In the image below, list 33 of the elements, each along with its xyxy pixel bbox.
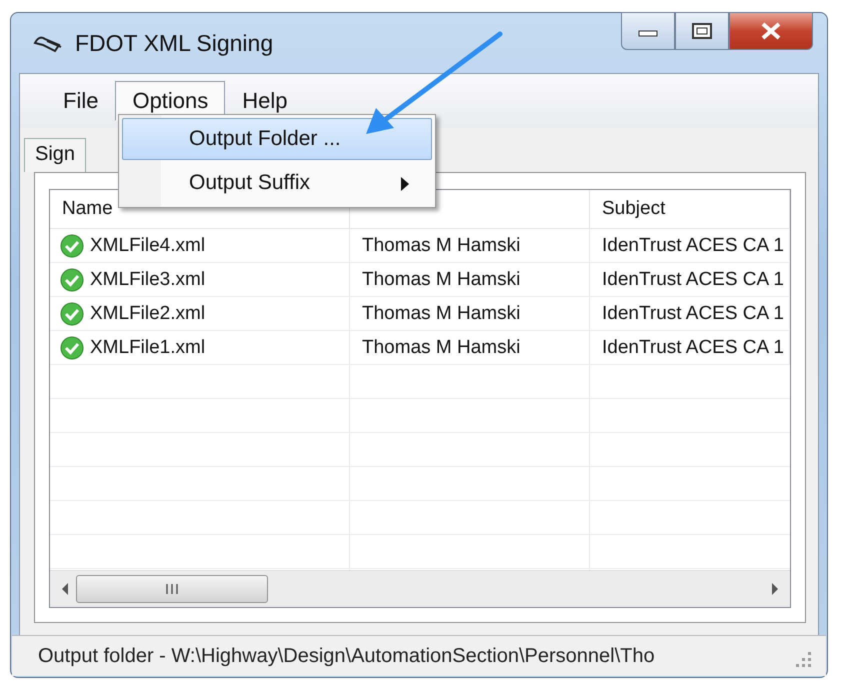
check-icon: [60, 268, 84, 292]
check-icon: [60, 336, 84, 360]
column-header[interactable]: Subject: [590, 190, 790, 229]
tab[interactable]: Sign: [24, 138, 86, 172]
file-name: XMLFile4.xml: [90, 234, 206, 256]
subject-text: IdenTrust ACES CA 1: [602, 302, 784, 324]
scroll-left-icon[interactable]: [60, 582, 70, 596]
subject-text: IdenTrust ACES CA 1: [602, 268, 784, 290]
close-button[interactable]: [729, 12, 813, 50]
grip-lines-icon: [165, 584, 179, 594]
file-name: XMLFile1.xml: [90, 336, 206, 358]
signer-name: Thomas M Hamski: [362, 336, 520, 358]
check-icon: [60, 234, 84, 258]
maximize-icon: [691, 22, 713, 40]
signer-name: Thomas M Hamski: [362, 302, 520, 324]
check-icon: [60, 302, 84, 326]
menu-option[interactable]: Output Folder ...: [122, 118, 432, 160]
resize-grip-icon[interactable]: [796, 652, 812, 668]
scroll-thumb[interactable]: [76, 575, 268, 603]
status-text: Output folder - W:\Highway\Design\AutomationSection\Personnel\Tho: [38, 644, 655, 668]
subject-text: IdenTrust ACES CA 1: [602, 336, 784, 358]
signer-name: Thomas M Hamski: [362, 268, 520, 290]
maximize-button[interactable]: [675, 12, 729, 50]
close-icon: [759, 21, 783, 41]
scroll-right-icon[interactable]: [770, 582, 780, 596]
minimize-button[interactable]: [621, 12, 675, 50]
window-title: FDOT XML Signing: [75, 30, 274, 56]
menu-item[interactable]: File: [46, 81, 116, 121]
horizontal-scrollbar[interactable]: [50, 570, 790, 607]
signer-name: Thomas M Hamski: [362, 234, 520, 256]
subject-text: IdenTrust ACES CA 1: [602, 234, 784, 256]
file-name: XMLFile3.xml: [90, 268, 206, 290]
file-name: XMLFile2.xml: [90, 302, 206, 324]
